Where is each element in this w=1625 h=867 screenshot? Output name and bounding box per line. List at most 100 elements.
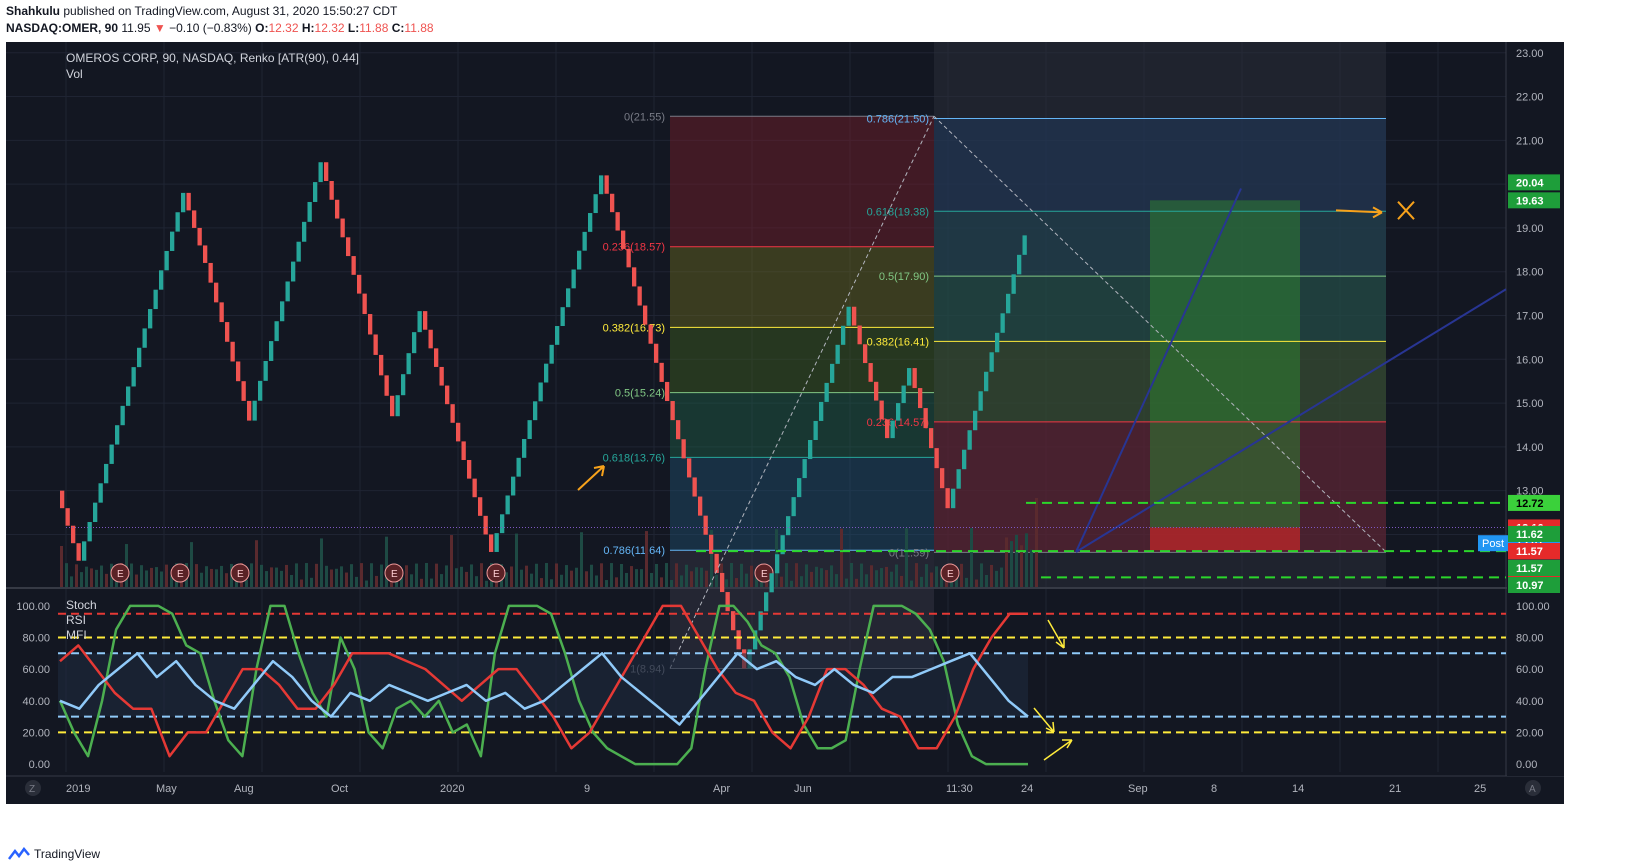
renko-brick [318, 162, 323, 183]
volume-bar [70, 576, 73, 587]
close-value: 11.88 [404, 21, 434, 35]
volume-bar [380, 564, 383, 587]
osc-tick-label-right: 20.00 [1516, 727, 1544, 739]
fib-left-label: 0.236(18.57) [603, 242, 665, 254]
time-tick-label: 9 [584, 783, 590, 795]
renko-brick [351, 256, 356, 275]
renko-brick [230, 341, 235, 362]
renko-brick [456, 422, 461, 442]
volume-bar [195, 564, 198, 587]
volume-bar [575, 567, 578, 587]
volume-bar [670, 580, 673, 587]
target-zone [1150, 200, 1300, 528]
volume-bar [515, 533, 518, 587]
fib-right-label: 0.5(17.90) [879, 271, 929, 283]
osc-tick-label-right: 0.00 [1516, 759, 1537, 771]
volume-bar [795, 563, 798, 587]
volume-bar [420, 578, 423, 587]
renko-chart[interactable]: 0(21.55) 0.236(18.57) 0.382(16.73) 0.5(15.2… [6, 42, 1565, 804]
renko-brick [868, 363, 873, 382]
price-tag-label: 11.62 [1516, 529, 1543, 541]
renko-brick [819, 401, 824, 421]
renko-brick [626, 248, 631, 268]
renko-brick [153, 289, 158, 310]
volume-bar [1010, 541, 1013, 587]
volume-bar [680, 575, 683, 587]
fib-right-label: 0.382(16.41) [867, 336, 929, 348]
renko-brick [549, 344, 554, 364]
fib-left-label: 0.618(13.76) [603, 452, 665, 464]
renko-brick [241, 381, 246, 401]
volume-bar [695, 567, 698, 587]
renko-brick [659, 362, 664, 382]
renko-brick [621, 230, 626, 249]
price-tick-label: 14.00 [1516, 442, 1544, 454]
volume-bar [780, 576, 783, 587]
author-name[interactable]: Shahkulu [6, 4, 60, 18]
renko-brick [285, 281, 290, 302]
renko-brick [885, 419, 890, 439]
volume-bar [895, 564, 898, 587]
tradingview-brand[interactable]: TradingView [34, 847, 100, 861]
volume-bar [310, 577, 313, 587]
volume-bar [815, 566, 818, 587]
renko-brick [599, 175, 604, 195]
renko-brick [346, 237, 351, 257]
price-tag-label: 12.72 [1516, 498, 1544, 510]
volume-bar [965, 577, 968, 587]
renko-brick [786, 516, 791, 536]
volume-bar [1005, 537, 1008, 587]
earnings-e-icon: E [761, 569, 768, 580]
volume-bar [475, 576, 478, 587]
renko-brick [478, 497, 483, 516]
volume-bar [790, 580, 793, 587]
volume-bar [580, 532, 583, 587]
chart-frame[interactable]: 0(21.55) 0.236(18.57) 0.382(16.73) 0.5(15.2… [6, 42, 1565, 804]
price-tag-label: 11.57 [1516, 563, 1543, 575]
low-label: L: [347, 21, 360, 35]
volume-bar [730, 563, 733, 587]
volume-bar [925, 564, 928, 587]
volume-bar [920, 576, 923, 587]
renko-brick [395, 395, 400, 417]
volume-bar [90, 568, 93, 587]
renko-brick [582, 231, 587, 251]
volume-bar [130, 563, 133, 587]
volume-bar [650, 572, 653, 587]
volume-bar [520, 569, 523, 587]
renko-brick [428, 329, 433, 349]
renko-brick [313, 182, 318, 202]
volume-bar [835, 574, 838, 587]
post-market-label: Post [1482, 538, 1504, 550]
volume-bar [675, 563, 678, 587]
price-tag-label: 10.97 [1516, 580, 1544, 592]
volume-bar [870, 565, 873, 587]
renko-brick [863, 344, 868, 364]
renko-brick [736, 630, 741, 650]
renko-brick [494, 533, 499, 552]
volume-bar [265, 571, 268, 587]
volume-bar [190, 542, 193, 587]
down-arrow-icon: ▼ [153, 21, 166, 35]
fib-left-label: 0.786(11.64) [603, 545, 665, 557]
renko-brick [104, 463, 109, 484]
volume-bar [245, 579, 248, 587]
renko-brick [643, 305, 648, 325]
osc-tick-label-left: 100.00 [16, 601, 50, 613]
time-tick-label: 24 [1021, 783, 1033, 795]
osc-tick-label-right: 100.00 [1516, 601, 1550, 613]
renko-brick [835, 344, 840, 364]
renko-brick [654, 343, 659, 363]
volume-bar [210, 568, 213, 587]
volume-bar [715, 574, 718, 587]
earnings-e-icon: E [237, 569, 244, 580]
renko-brick [247, 400, 252, 421]
earnings-e-icon: E [391, 569, 398, 580]
volume-bar [480, 563, 483, 587]
fib-left-band [670, 246, 934, 328]
renko-brick [76, 543, 81, 561]
renko-brick [1000, 313, 1005, 333]
time-tick-label: Aug [234, 783, 254, 795]
renko-brick [307, 201, 312, 222]
volume-bar [980, 563, 983, 587]
